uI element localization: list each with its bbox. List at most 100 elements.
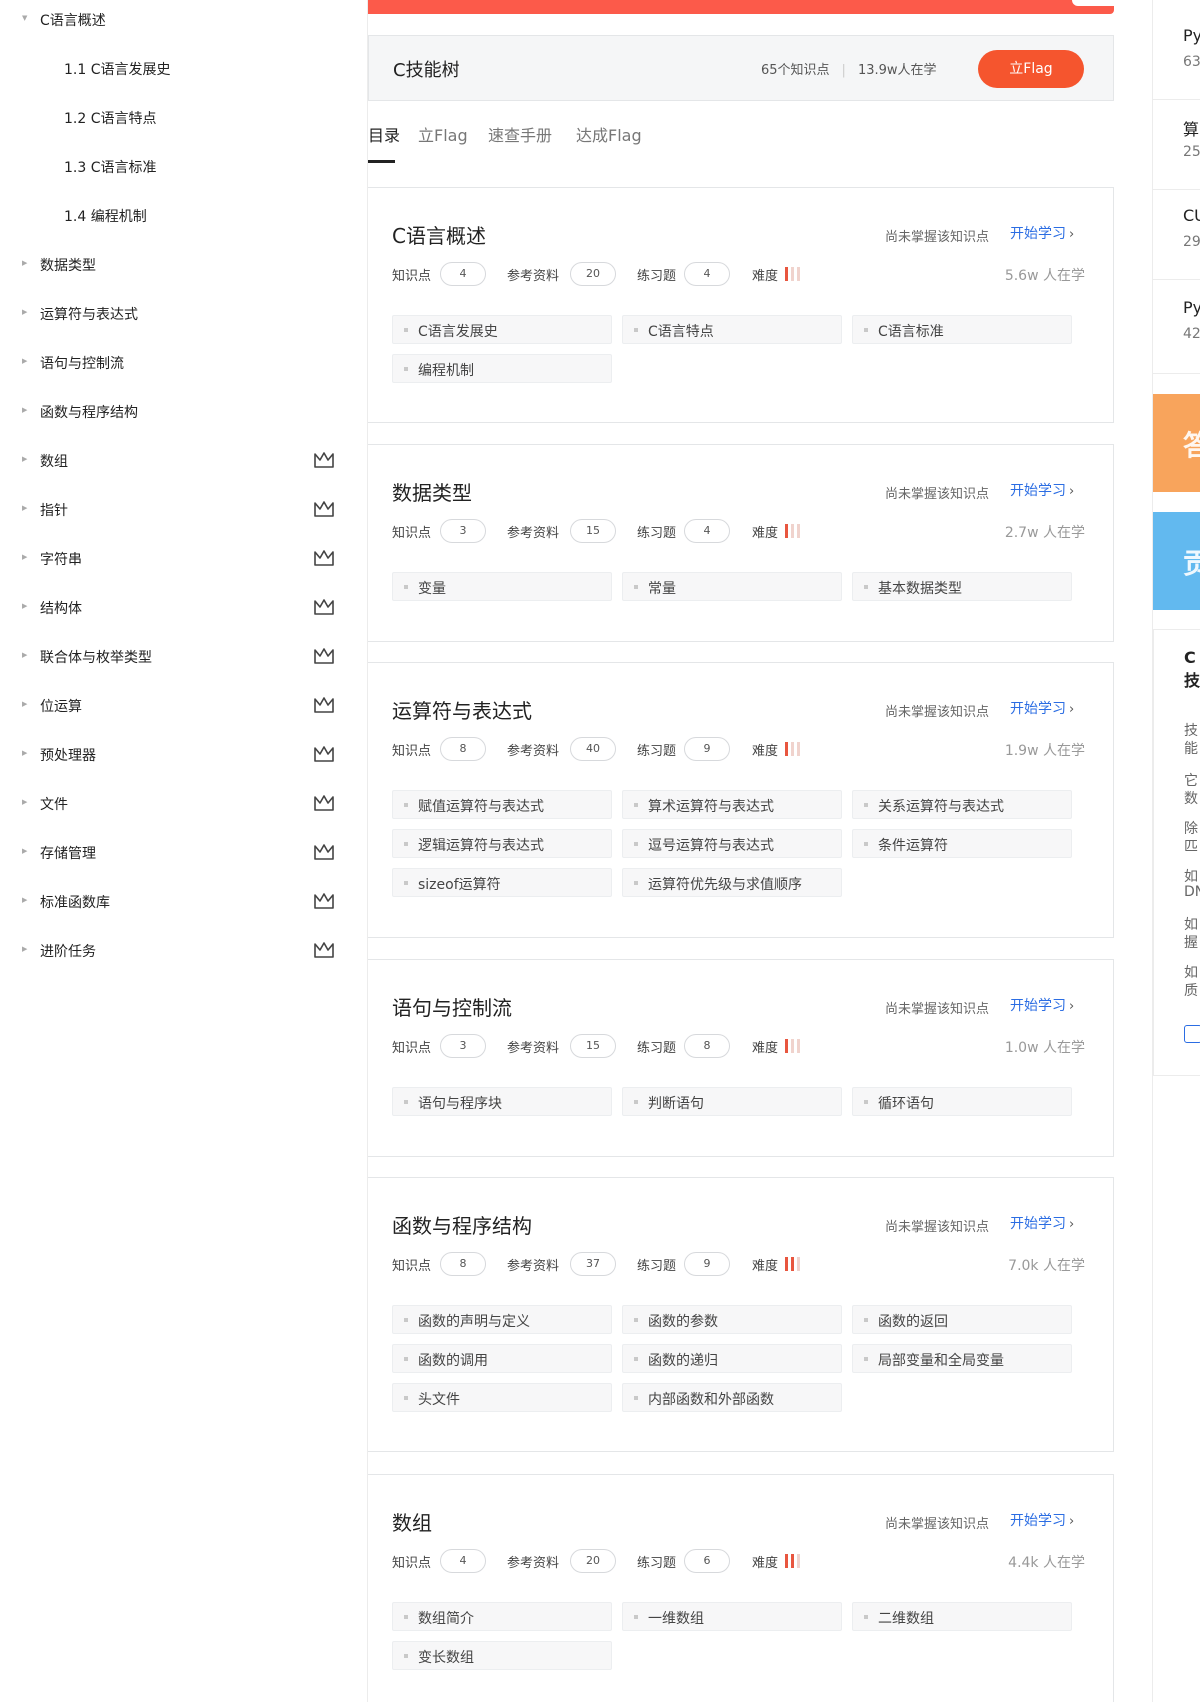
sidebar-subitem[interactable]: 1.4 编程机制 <box>0 201 367 231</box>
sidebar-item[interactable]: ▶ 字符串 <box>0 544 367 574</box>
skill-intro-line: 技 <box>1184 723 1198 739</box>
topic-label: 函数的调用 <box>418 1353 488 1369</box>
topic-chip[interactable]: 函数的递归 <box>622 1344 842 1373</box>
caret-right-icon: ▶ <box>22 847 28 855</box>
section-card: 数据类型 尚未掌握该知识点 开始学习 › 知识点 3 参考资料 15 练习题 4 难度 2.7w 人在… <box>368 444 1114 642</box>
sidebar-subitem[interactable]: 1.1 C语言发展史 <box>0 54 367 84</box>
sidebar-item[interactable]: ▶ 数据类型 <box>0 250 367 280</box>
start-learning-link[interactable]: 开始学习 › <box>1010 1213 1074 1233</box>
topic-chip[interactable]: C语言发展史 <box>392 315 612 344</box>
related-skill-item[interactable]: CU 29 <box>1153 190 1200 280</box>
start-learning-link[interactable]: 开始学习 › <box>1010 1510 1074 1530</box>
crown-icon <box>313 450 335 470</box>
caret-down-icon: ▼ <box>22 14 28 22</box>
topic-chip[interactable]: 局部变量和全局变量 <box>852 1344 1072 1373</box>
bullet-icon <box>404 803 408 807</box>
topic-chip[interactable]: 基本数据类型 <box>852 572 1072 601</box>
topic-chip[interactable]: 函数的声明与定义 <box>392 1305 612 1334</box>
reference-count-pill: 20 <box>570 1549 616 1573</box>
promo-banner[interactable]: 贡 <box>1153 512 1200 610</box>
sidebar-item[interactable]: ▶ 联合体与枚举类型 <box>0 642 367 672</box>
topic-chip[interactable]: 变长数组 <box>392 1641 612 1670</box>
sidebar-item[interactable]: ▶ 文件 <box>0 789 367 819</box>
topic-chip[interactable]: 语句与程序块 <box>392 1087 612 1116</box>
start-learning-link[interactable]: 开始学习 › <box>1010 480 1074 500</box>
sidebar-item[interactable]: ▶ 预处理器 <box>0 740 367 770</box>
sidebar-subitem[interactable]: 1.3 C语言标准 <box>0 152 367 182</box>
topic-chip[interactable]: 算术运算符与表达式 <box>622 790 842 819</box>
bullet-icon <box>864 803 868 807</box>
section-card: 语句与控制流 尚未掌握该知识点 开始学习 › 知识点 3 参考资料 15 练习题 8 难度 1.0w … <box>368 959 1114 1157</box>
sidebar-item[interactable]: ▶ 进阶任务 <box>0 936 367 966</box>
topic-chip[interactable]: 运算符优先级与求值顺序 <box>622 868 842 897</box>
sidebar-item[interactable]: ▶ 指针 <box>0 495 367 525</box>
topic-chip[interactable]: 一维数组 <box>622 1602 842 1631</box>
topic-chip[interactable]: 条件运算符 <box>852 829 1072 858</box>
sidebar-item[interactable]: ▶ 函数与程序结构 <box>0 397 367 427</box>
tab-set-flag[interactable]: 立Flag <box>418 122 468 146</box>
sidebar-item-label: 语句与控制流 <box>40 356 124 372</box>
topic-chip[interactable]: 函数的调用 <box>392 1344 612 1373</box>
sidebar-item[interactable]: ▶ 运算符与表达式 <box>0 299 367 329</box>
topic-chip[interactable]: 编程机制 <box>392 354 612 383</box>
reference-label: 参考资料 <box>507 1556 560 1571</box>
topic-chip[interactable]: 关系运算符与表达式 <box>852 790 1072 819</box>
start-learning-link[interactable]: 开始学习 › <box>1010 698 1074 718</box>
mastery-hint: 尚未掌握该知识点 <box>885 487 990 502</box>
topic-chip[interactable]: C语言特点 <box>622 315 842 344</box>
promo-banner[interactable]: 答 <box>1153 394 1200 492</box>
sidebar-item[interactable]: ▼ C语言概述 <box>0 5 367 35</box>
exercise-count-pill: 9 <box>684 737 730 761</box>
set-flag-button[interactable]: 立Flag <box>978 50 1084 88</box>
sidebar-subitem[interactable]: 1.2 C语言特点 <box>0 103 367 133</box>
topic-chip[interactable]: 内部函数和外部函数 <box>622 1383 842 1412</box>
caret-right-icon: ▶ <box>22 357 28 365</box>
section-metrics: 知识点 8 参考资料 37 练习题 9 难度 <box>392 1252 1092 1276</box>
difficulty-bar <box>791 267 794 281</box>
topic-chip[interactable]: 函数的返回 <box>852 1305 1072 1334</box>
topic-chip[interactable]: 循环语句 <box>852 1087 1072 1116</box>
start-learning-link[interactable]: 开始学习 › <box>1010 995 1074 1015</box>
topic-chip[interactable]: C语言标准 <box>852 315 1072 344</box>
topic-label: 运算符优先级与求值顺序 <box>648 877 802 893</box>
start-learning-link[interactable]: 开始学习 › <box>1010 223 1074 243</box>
bullet-icon <box>404 1357 408 1361</box>
topic-chip[interactable]: sizeof运算符 <box>392 868 612 897</box>
topic-chip[interactable]: 头文件 <box>392 1383 612 1412</box>
bullet-icon <box>404 1615 408 1619</box>
topic-chip[interactable]: 数组简介 <box>392 1602 612 1631</box>
skill-intro-line: 如 <box>1184 965 1198 981</box>
skill-intro-title: C技 <box>1184 648 1200 690</box>
sidebar-item[interactable]: ▶ 数组 <box>0 446 367 476</box>
promo-banner-text: 贡 <box>1183 547 1200 580</box>
tab-catalog[interactable]: 目录 <box>368 122 400 146</box>
exercise-label: 练习题 <box>637 526 677 541</box>
topic-chip[interactable]: 变量 <box>392 572 612 601</box>
tab-quick-reference[interactable]: 速查手册 <box>488 122 552 146</box>
tab-achieved-flag[interactable]: 达成Flag <box>576 122 642 146</box>
topic-chip[interactable]: 二维数组 <box>852 1602 1072 1631</box>
related-skill-item[interactable]: 算 25 <box>1153 100 1200 190</box>
section-title: 数组 <box>392 1511 432 1535</box>
skill-intro-line: 如 <box>1184 917 1198 933</box>
topic-chip[interactable]: 赋值运算符与表达式 <box>392 790 612 819</box>
sidebar-item[interactable]: ▶ 标准函数库 <box>0 887 367 917</box>
sidebar-item[interactable]: ▶ 结构体 <box>0 593 367 623</box>
knowledge-label: 知识点 <box>392 269 432 284</box>
topic-chip[interactable]: 函数的参数 <box>622 1305 842 1334</box>
difficulty-bar <box>797 1039 800 1053</box>
related-skill-item[interactable]: Py 42 <box>1153 282 1200 374</box>
topic-chip[interactable]: 判断语句 <box>622 1087 842 1116</box>
sidebar-item[interactable]: ▶ 存储管理 <box>0 838 367 868</box>
help-icon[interactable] <box>1184 1025 1200 1043</box>
sidebar-item[interactable]: ▶ 语句与控制流 <box>0 348 367 378</box>
topic-chip[interactable]: 逻辑运算符与表达式 <box>392 829 612 858</box>
topic-label: 基本数据类型 <box>878 581 962 597</box>
skill-intro-card: C技技能它数除匹如DN如握如质 <box>1153 629 1200 1076</box>
sidebar-item[interactable]: ▶ 位运算 <box>0 691 367 721</box>
related-skill-item[interactable]: Py 63 <box>1153 10 1200 100</box>
reference-count-pill: 20 <box>570 262 616 286</box>
topic-chip[interactable]: 逗号运算符与表达式 <box>622 829 842 858</box>
reference-label: 参考资料 <box>507 269 560 284</box>
topic-chip[interactable]: 常量 <box>622 572 842 601</box>
